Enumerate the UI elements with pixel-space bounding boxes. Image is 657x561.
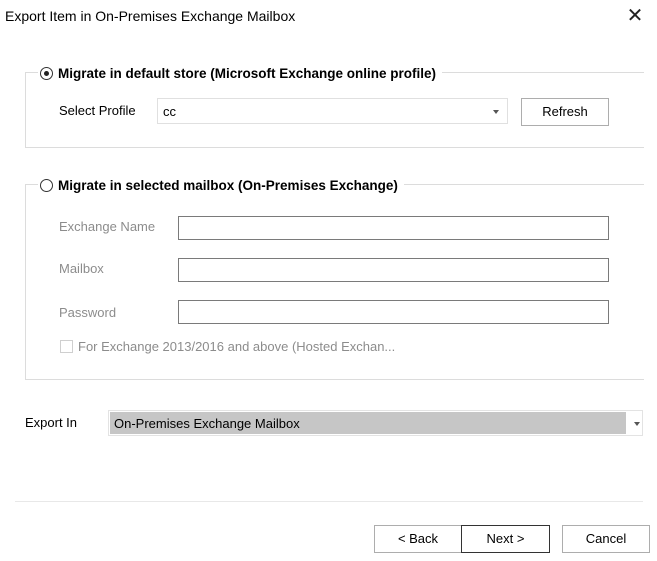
selected-mailbox-label: Migrate in selected mailbox (On-Premises… [58,177,398,193]
password-label: Password [59,305,117,320]
mailbox-input[interactable] [178,258,609,282]
export-in-select[interactable]: On-Premises Exchange Mailbox [108,410,643,436]
refresh-button[interactable]: Refresh [521,98,609,126]
selected-mailbox-option[interactable]: Migrate in selected mailbox (On-Premises… [38,176,404,194]
exchange-name-label: Exchange Name [59,219,156,234]
hosted-exchange-checkbox[interactable] [60,340,73,353]
exchange-name-input[interactable] [178,216,609,240]
chevron-down-icon [493,110,499,114]
next-button[interactable]: Next > [461,525,550,553]
export-in-value: On-Premises Exchange Mailbox [114,416,300,431]
footer-divider [15,501,643,502]
title-bar: Export Item in On-Premises Exchange Mail… [0,0,657,34]
hosted-exchange-label: For Exchange 2013/2016 and above (Hosted… [78,339,396,354]
chevron-down-icon [634,422,640,426]
profile-select[interactable]: cc [157,98,508,124]
close-icon[interactable]: ✕ [624,4,646,28]
password-input[interactable] [178,300,609,324]
export-in-label: Export In [25,415,78,430]
profile-select-value: cc [163,104,176,119]
back-button[interactable]: < Back [374,525,462,553]
select-profile-label: Select Profile [59,103,136,118]
mailbox-label: Mailbox [59,261,104,276]
cancel-button[interactable]: Cancel [562,525,650,553]
default-store-radio[interactable] [40,66,53,80]
selected-mailbox-radio[interactable] [40,178,53,192]
default-store-option[interactable]: Migrate in default store (Microsoft Exch… [38,64,443,82]
window-title: Export Item in On-Premises Exchange Mail… [5,8,296,24]
default-store-label: Migrate in default store (Microsoft Exch… [58,65,437,81]
